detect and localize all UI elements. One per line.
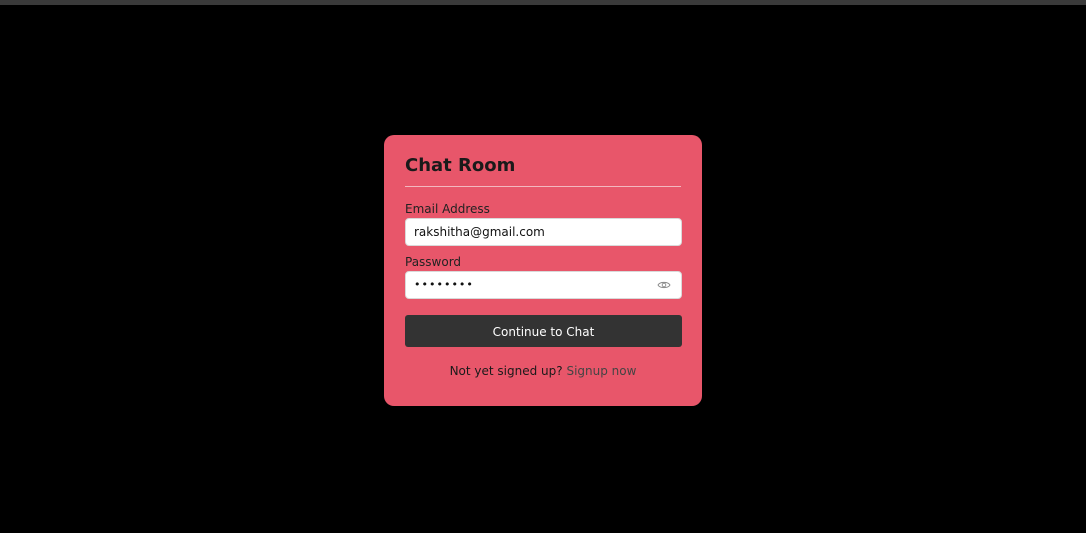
login-card: Chat Room Email Address Password •••••••… xyxy=(384,135,702,406)
signup-prompt: Not yet signed up? Signup now xyxy=(405,363,681,379)
signup-link[interactable]: Signup now xyxy=(566,364,636,378)
eye-icon[interactable] xyxy=(657,280,671,290)
email-label: Email Address xyxy=(405,202,490,216)
window-top-bar xyxy=(0,0,1086,5)
password-field[interactable]: •••••••• xyxy=(405,271,682,299)
title-divider xyxy=(405,186,681,187)
email-field-wrapper xyxy=(405,218,682,246)
email-field[interactable] xyxy=(406,219,662,245)
continue-to-chat-button[interactable]: Continue to Chat xyxy=(405,315,682,347)
password-label: Password xyxy=(405,255,462,269)
password-value: •••••••• xyxy=(414,278,474,291)
card-title: Chat Room xyxy=(405,155,516,176)
signup-prompt-text: Not yet signed up? xyxy=(449,364,563,378)
